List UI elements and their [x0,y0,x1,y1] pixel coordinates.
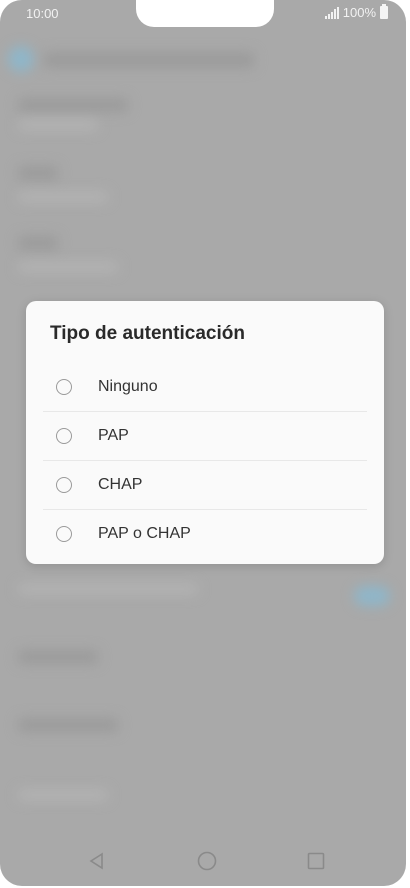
option-label: Ninguno [98,378,158,395]
radio-unchecked-icon[interactable] [56,379,72,395]
background-blur-row [18,650,98,664]
background-blur-icon [8,46,34,72]
back-triangle-icon [89,852,103,870]
background-blur-row [18,120,98,130]
phone-frame: 10:00 100% Tipo de autenticación Ninguno… [0,0,410,888]
option-label: PAP [98,427,129,444]
option-list: Ninguno PAP CHAP PAP o CHAP [43,363,367,558]
option-label: PAP o CHAP [98,525,191,542]
navigation-bar [0,840,406,886]
recents-square-icon [307,852,325,870]
back-button[interactable] [86,850,108,872]
home-button[interactable] [196,850,218,872]
background-blur-toggle-icon [354,586,390,606]
background-blur-row [18,236,58,250]
screen: 10:00 100% Tipo de autenticación Ninguno… [0,0,406,886]
battery-percent: 100% [342,5,376,20]
option-pap-o-chap[interactable]: PAP o CHAP [43,510,367,558]
background-blur-row [18,192,108,202]
radio-unchecked-icon[interactable] [56,428,72,444]
background-blur-row [18,166,58,180]
background-blur-header [44,52,254,68]
radio-unchecked-icon[interactable] [56,526,72,542]
background-blur-row [18,262,118,272]
authentication-type-dialog: Tipo de autenticación Ninguno PAP CHAP P… [26,301,384,564]
background-blur-row [18,584,198,594]
option-label: CHAP [98,476,143,493]
option-chap[interactable]: CHAP [43,461,367,510]
option-pap[interactable]: PAP [43,412,367,461]
option-ninguno[interactable]: Ninguno [43,363,367,412]
battery-icon [380,4,388,19]
radio-unchecked-icon[interactable] [56,477,72,493]
camera-notch [136,0,274,27]
home-circle-icon [197,851,217,871]
signal-icon [324,6,339,19]
dialog-title: Tipo de autenticación [50,323,245,344]
status-indicators: 100% [324,4,388,20]
background-blur-row [18,718,118,732]
recents-button[interactable] [305,850,327,872]
background-blur-row [18,98,128,112]
background-blur-row [18,790,108,800]
status-time: 10:00 [26,6,59,21]
